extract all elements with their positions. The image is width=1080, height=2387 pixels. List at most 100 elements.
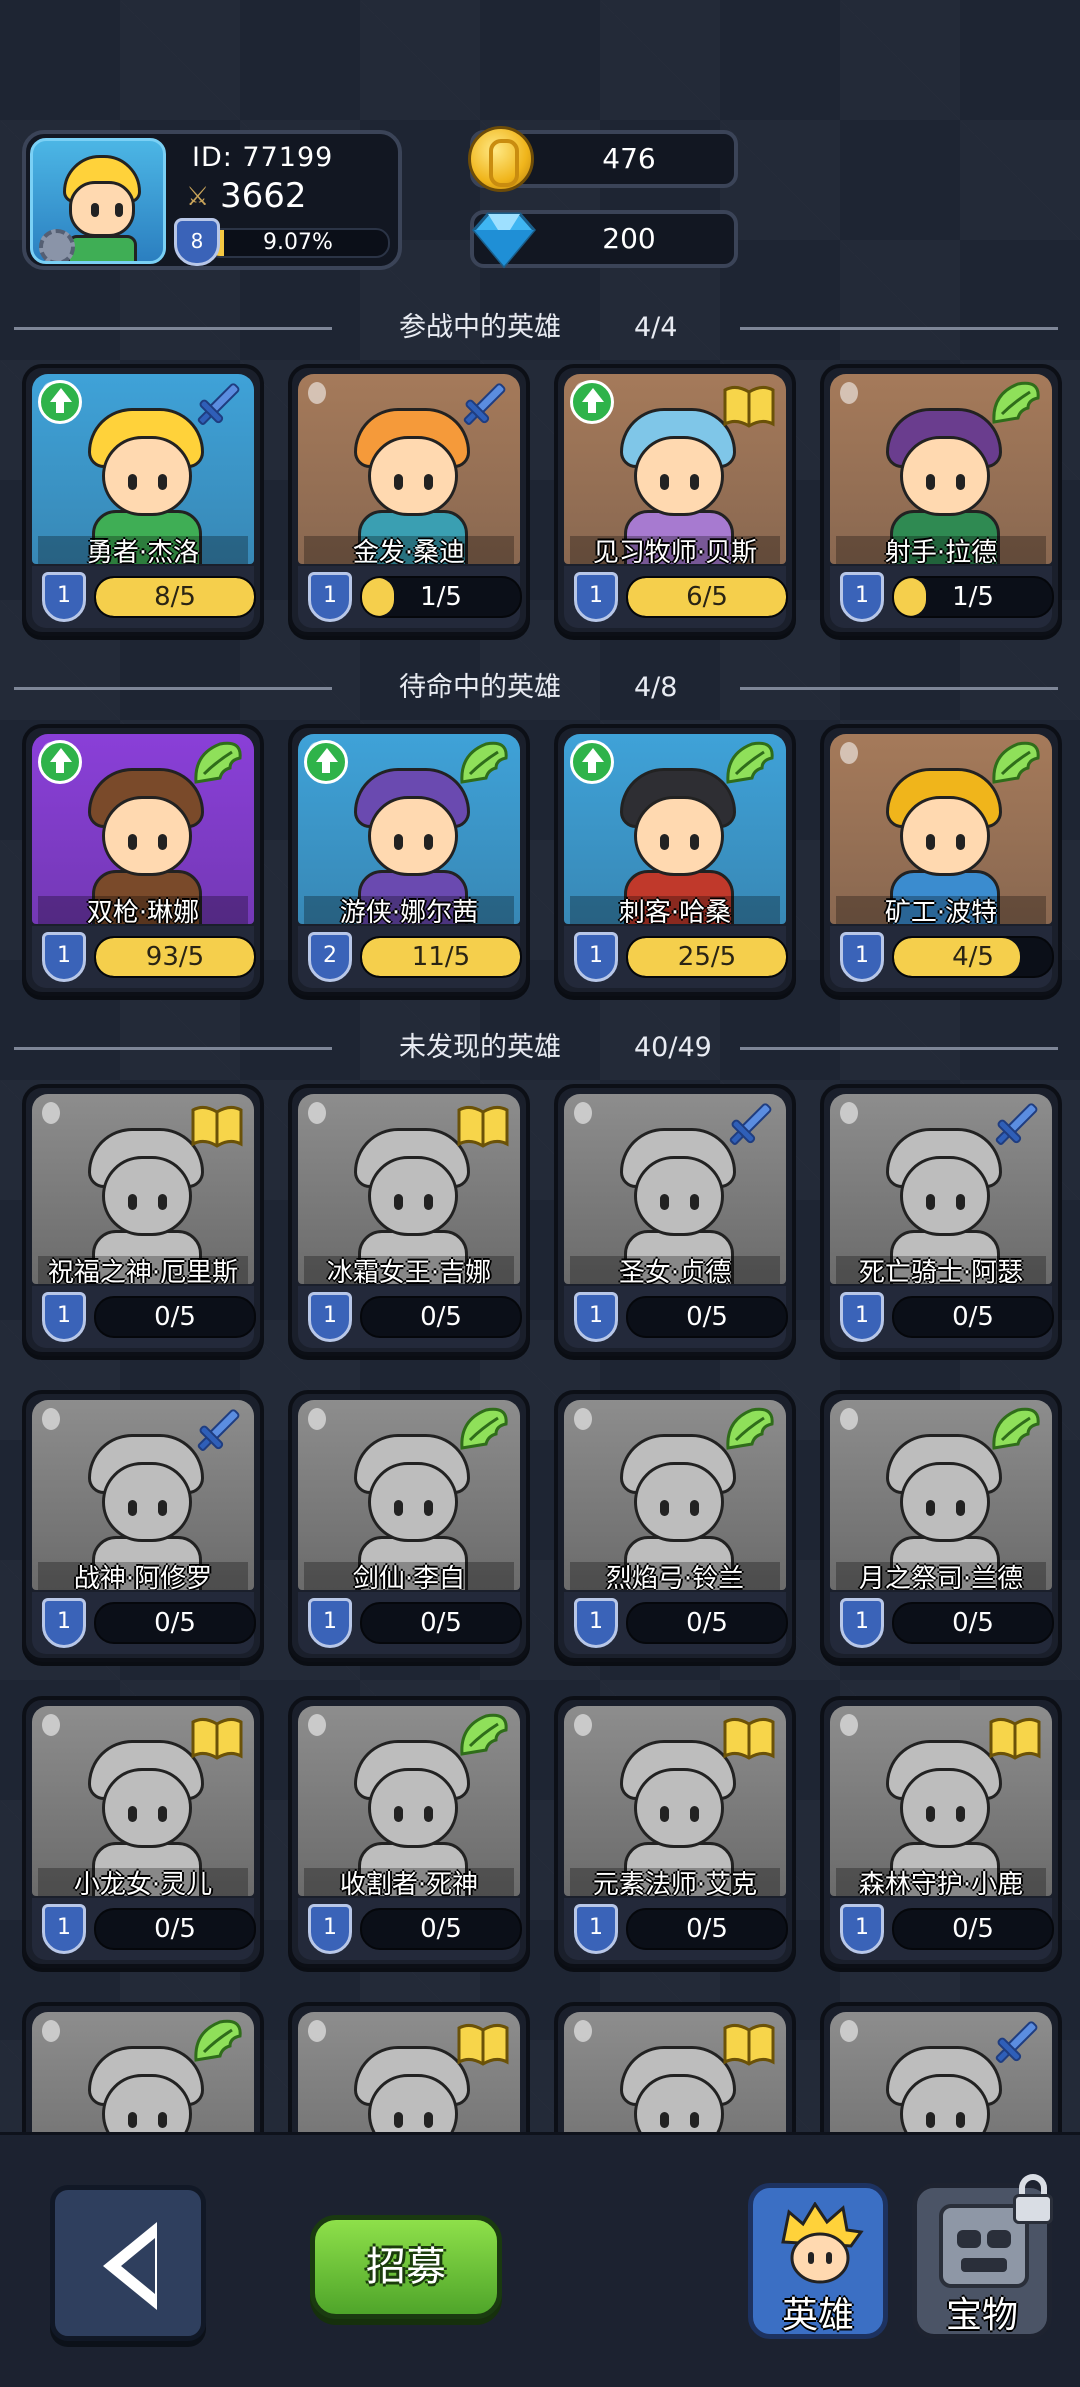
hero-level-badge: 1: [574, 1904, 618, 1954]
hero-name: 收割者·死神: [304, 1868, 514, 1896]
book-icon: [988, 1712, 1042, 1762]
hero-portrait: 剑仙·李白: [298, 1400, 520, 1590]
hero-level-badge: 2: [308, 932, 352, 982]
hero-card[interactable]: 射手·拉德 1 1/5: [820, 364, 1062, 636]
hero-card[interactable]: 见习牧师·贝斯 1 6/5: [554, 364, 796, 636]
hero-card[interactable]: 战神·阿修罗 1 0/5: [22, 1390, 264, 1662]
hero-card[interactable]: 矿工·波特 1 4/5: [820, 724, 1062, 996]
hero-portrait: 圣女·贞德: [564, 1094, 786, 1284]
hero-shard-count: 93/5: [145, 942, 205, 972]
wing-icon: [456, 1406, 510, 1456]
hero-level-badge: 1: [42, 1904, 86, 1954]
hero-card[interactable]: 月之祭司·兰德 1 0/5: [820, 1390, 1062, 1662]
settings-gear-icon[interactable]: [39, 229, 75, 261]
hero-name: 勇者·杰洛: [38, 536, 248, 564]
hero-name: 死亡骑士·阿瑟: [836, 1256, 1046, 1284]
section-title: 参战中的英雄: [399, 312, 561, 343]
hero-card[interactable]: 元素法师·艾克 1 0/5: [554, 1696, 796, 1968]
hero-face-icon: [781, 2202, 864, 2284]
hero-shard-bar: 0/5: [94, 1296, 256, 1338]
hero-level-badge: 1: [308, 1292, 352, 1342]
back-button[interactable]: [50, 2185, 206, 2341]
hero-shard-bar: 0/5: [360, 1908, 522, 1950]
hero-figure-eye: [660, 1806, 669, 1822]
hero-level-badge: 1: [840, 932, 884, 982]
hero-figure-eye: [690, 1500, 699, 1516]
hero-card[interactable]: 冰霜女王·吉娜 1 0/5: [288, 1084, 530, 1356]
gold-counter[interactable]: 476: [468, 126, 738, 192]
hero-card[interactable]: 双枪·琳娜 1 93/5: [22, 724, 264, 996]
hero-shard-bar: 0/5: [94, 1908, 256, 1950]
hero-figure-eye: [424, 2112, 433, 2128]
hero-card[interactable]: 游侠·娜尔茜 2 11/5: [288, 724, 530, 996]
hero-card-footer: 1 0/5: [830, 1898, 1054, 1960]
hero-level-badge: 1: [574, 1598, 618, 1648]
tab-treasure[interactable]: 宝物: [912, 2174, 1053, 2339]
hero-figure-eye: [394, 1194, 403, 1210]
gold-amount: 476: [602, 142, 656, 175]
hero-figure-head: [634, 1462, 724, 1542]
hero-name: 月之祭司·兰德: [836, 1562, 1046, 1590]
book-icon: [190, 1100, 244, 1150]
hero-card[interactable]: 勇者·杰洛 1 8/5: [22, 364, 264, 636]
hero-shard-bar: 25/5: [626, 936, 788, 978]
hero-figure-eye: [690, 2112, 699, 2128]
player-exp-percent: 9.07%: [263, 230, 333, 255]
hero-shard-bar: 1/5: [892, 576, 1054, 618]
hero-shard-bar: 1/5: [360, 576, 522, 618]
section-title: 待命中的英雄: [399, 672, 561, 703]
hero-portrait: 小龙女·灵儿: [32, 1706, 254, 1896]
hero-card-footer: 1 0/5: [564, 1898, 788, 1960]
hero-figure-eye: [128, 1806, 137, 1822]
hero-shard-bar: 0/5: [892, 1602, 1054, 1644]
player-exp-bar: 9.07%: [206, 228, 390, 258]
standby-section-header: 待命中的英雄 4/8: [14, 668, 1058, 708]
section-count: 40/49: [634, 1032, 712, 1063]
card-shine: [42, 1102, 60, 1124]
hero-figure-eye: [926, 2112, 935, 2128]
hero-card-footer: 1 0/5: [298, 1286, 522, 1348]
hero-name: 冰霜女王·吉娜: [304, 1256, 514, 1284]
tab-heroes[interactable]: 英雄: [748, 2183, 888, 2339]
wing-icon: [722, 1406, 776, 1456]
hero-card-footer: 1 0/5: [298, 1898, 522, 1960]
hero-card[interactable]: 烈焰弓·铃兰 1 0/5: [554, 1390, 796, 1662]
hero-shard-bar: 6/5: [626, 576, 788, 618]
hero-shard-count: 4/5: [952, 942, 994, 972]
hero-shard-count: 0/5: [686, 1302, 728, 1332]
hero-shard-count: 0/5: [154, 1302, 196, 1332]
hero-card[interactable]: 森林守护·小鹿 1 0/5: [820, 1696, 1062, 1968]
hero-level-badge: 1: [840, 1904, 884, 1954]
wing-icon: [456, 740, 510, 790]
hero-card[interactable]: 小龙女·灵儿 1 0/5: [22, 1696, 264, 1968]
hero-portrait: 元素法师·艾克: [564, 1706, 786, 1896]
hero-card[interactable]: 刺客·哈桑 1 25/5: [554, 724, 796, 996]
hero-shard-count: 6/5: [686, 582, 728, 612]
hero-figure-head: [900, 1156, 990, 1236]
hero-level-badge: 1: [574, 1292, 618, 1342]
hero-card[interactable]: 死亡骑士·阿瑟 1 0/5: [820, 1084, 1062, 1356]
hero-card[interactable]: 祝福之神·厄里斯 1 0/5: [22, 1084, 264, 1356]
hero-name: 双枪·琳娜: [38, 896, 248, 924]
hero-card[interactable]: 剑仙·李白 1 0/5: [288, 1390, 530, 1662]
hero-figure-head: [900, 436, 990, 516]
gem-amount: 200: [602, 222, 656, 255]
hero-card-footer: 1 25/5: [564, 926, 788, 988]
wing-icon: [988, 380, 1042, 430]
hero-figure-head: [634, 1156, 724, 1236]
hero-figure-eye: [660, 1194, 669, 1210]
hero-card-footer: 1 0/5: [298, 1592, 522, 1654]
hero-figure-head: [368, 796, 458, 876]
hero-card[interactable]: 金发·桑迪 1 1/5: [288, 364, 530, 636]
recruit-button[interactable]: 招募: [310, 2215, 502, 2319]
player-avatar[interactable]: [30, 138, 166, 264]
hero-card[interactable]: 收割者·死神 1 0/5: [288, 1696, 530, 1968]
hero-card[interactable]: 圣女·贞德 1 0/5: [554, 1084, 796, 1356]
gem-counter[interactable]: 200: [470, 210, 738, 269]
book-icon: [456, 1100, 510, 1150]
hero-figure-head: [102, 1156, 192, 1236]
hero-name: 射手·拉德: [836, 536, 1046, 564]
hero-figure-eye: [424, 1194, 433, 1210]
card-shine: [840, 2020, 858, 2042]
wing-icon: [722, 740, 776, 790]
